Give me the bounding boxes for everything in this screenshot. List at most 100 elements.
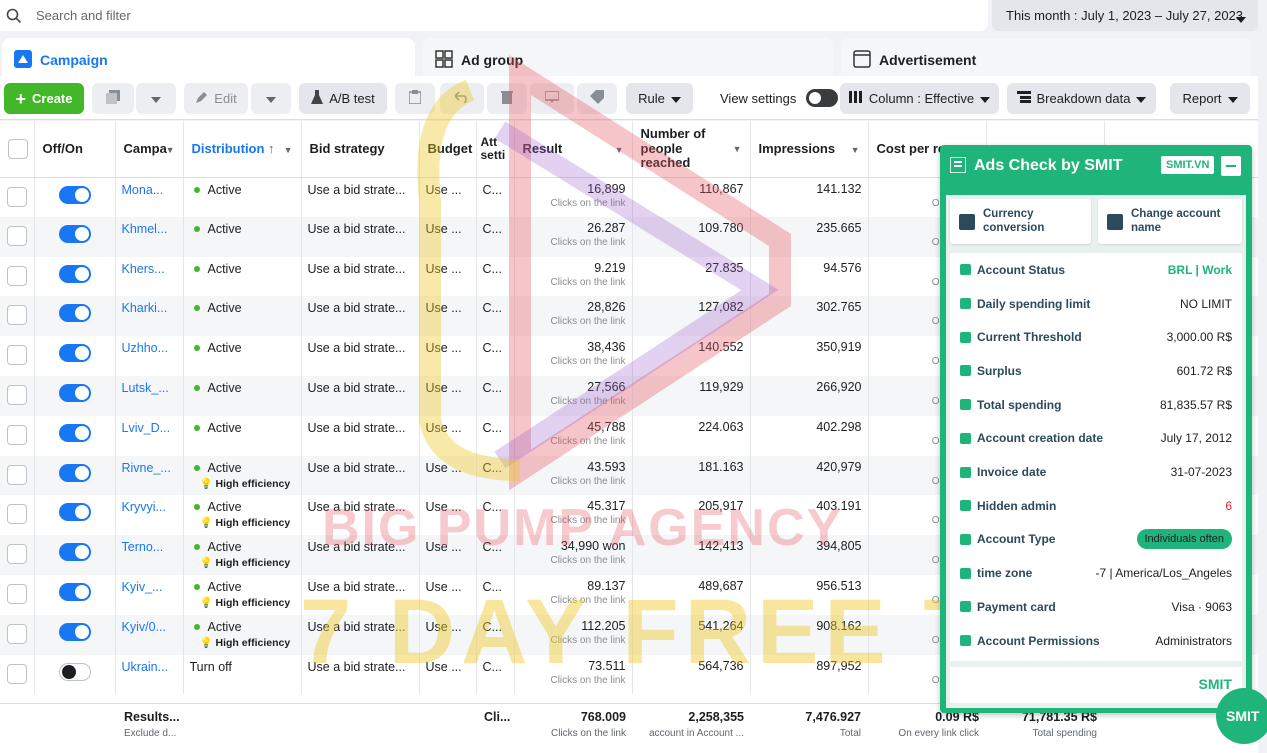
date-range-picker[interactable]: This month : July 1, 2023 – July 27, 202… bbox=[992, 0, 1258, 31]
campaign-toggle[interactable] bbox=[58, 463, 91, 482]
campaign-name-link[interactable]: Rivne_... bbox=[122, 456, 177, 475]
edit-button[interactable]: Edit bbox=[184, 83, 248, 114]
campaign-toggle[interactable] bbox=[58, 582, 91, 601]
row-toggle-cell[interactable] bbox=[34, 296, 116, 337]
row-toggle-cell[interactable] bbox=[34, 535, 116, 575]
change-account-name-button[interactable]: Change account name bbox=[1098, 199, 1242, 244]
col-result[interactable]: Result ▼ bbox=[514, 121, 633, 178]
ab-test-button[interactable]: A/B test bbox=[299, 83, 387, 114]
campaign-name-cell[interactable]: Kharki... bbox=[115, 296, 184, 337]
row-toggle-cell[interactable] bbox=[34, 415, 116, 456]
smit-floating-button[interactable]: SMIT bbox=[1216, 688, 1267, 744]
campaign-name-cell[interactable]: Khmel... bbox=[115, 216, 184, 257]
col-distribution[interactable]: Distribution ↑ ▼ bbox=[183, 121, 302, 178]
campaign-name-cell[interactable]: Mona... bbox=[115, 177, 184, 217]
breakdown-button[interactable]: Breakdown data bbox=[1007, 83, 1156, 114]
campaign-name-link[interactable]: Kharki... bbox=[122, 296, 177, 315]
row-toggle-cell[interactable] bbox=[34, 495, 116, 536]
report-button[interactable]: Report bbox=[1170, 83, 1250, 114]
campaign-toggle[interactable] bbox=[58, 383, 91, 402]
select-all-checkbox[interactable] bbox=[8, 138, 28, 159]
tag-button[interactable] bbox=[577, 83, 617, 114]
row-select-cell[interactable] bbox=[0, 415, 35, 456]
col-attribution[interactable]: Att setti bbox=[476, 121, 515, 178]
col-reach[interactable]: Number of people reached ▼ bbox=[632, 121, 751, 178]
campaign-name-link[interactable]: Lutsk_... bbox=[122, 376, 177, 395]
column-button[interactable]: Column : Effective bbox=[840, 83, 999, 114]
campaign-name-cell[interactable]: Rivne_... bbox=[115, 455, 184, 496]
campaign-toggle[interactable] bbox=[58, 503, 91, 522]
row-checkbox[interactable] bbox=[6, 384, 27, 405]
campaign-name-cell[interactable]: Lutsk_... bbox=[115, 375, 184, 416]
view-settings-toggle[interactable] bbox=[806, 89, 839, 107]
row-checkbox[interactable] bbox=[6, 225, 27, 246]
row-select-cell[interactable] bbox=[0, 216, 35, 257]
row-toggle-cell[interactable] bbox=[34, 614, 116, 655]
row-select-cell[interactable] bbox=[0, 535, 35, 575]
view-settings[interactable]: View settings bbox=[720, 89, 839, 107]
col-budget[interactable]: Budget bbox=[419, 121, 477, 178]
campaign-name-link[interactable]: Terno... bbox=[122, 535, 177, 554]
col-impressions[interactable]: Impressions ▼ bbox=[750, 121, 869, 178]
campaign-toggle[interactable] bbox=[58, 224, 91, 243]
campaign-toggle[interactable] bbox=[58, 622, 91, 641]
row-toggle-cell[interactable] bbox=[34, 574, 116, 615]
campaign-name-link[interactable]: Ukrain... bbox=[122, 655, 177, 674]
campaign-name-cell[interactable]: Khers... bbox=[115, 256, 184, 297]
rule-button[interactable]: Rule bbox=[626, 83, 693, 114]
minimize-button[interactable] bbox=[1221, 156, 1241, 176]
duplicate-button[interactable] bbox=[92, 83, 134, 114]
campaign-name-link[interactable]: Khmel... bbox=[122, 217, 177, 236]
row-checkbox[interactable] bbox=[6, 186, 27, 207]
row-select-cell[interactable] bbox=[0, 177, 35, 217]
undo-button[interactable] bbox=[440, 83, 484, 114]
row-checkbox[interactable] bbox=[6, 544, 27, 565]
row-select-cell[interactable] bbox=[0, 614, 35, 655]
row-select-cell[interactable] bbox=[0, 256, 35, 297]
col-bid-strategy[interactable]: Bid strategy bbox=[301, 121, 420, 178]
row-checkbox[interactable] bbox=[6, 345, 27, 366]
clipboard-button[interactable] bbox=[395, 83, 435, 114]
row-select-cell[interactable] bbox=[0, 455, 35, 496]
campaign-name-cell[interactable]: Uzhho... bbox=[115, 336, 184, 376]
campaign-toggle[interactable] bbox=[58, 423, 91, 442]
row-select-cell[interactable] bbox=[0, 654, 35, 695]
row-checkbox[interactable] bbox=[6, 305, 27, 326]
campaign-toggle[interactable] bbox=[58, 543, 91, 562]
row-toggle-cell[interactable] bbox=[34, 455, 116, 496]
campaign-toggle[interactable] bbox=[58, 344, 91, 363]
campaign-name-link[interactable]: Kryvyi... bbox=[122, 495, 177, 514]
campaign-toggle[interactable] bbox=[58, 304, 91, 323]
campaign-name-cell[interactable]: Kryvyi... bbox=[115, 495, 184, 536]
row-toggle-cell[interactable] bbox=[34, 654, 116, 695]
row-select-cell[interactable] bbox=[0, 375, 35, 416]
row-select-cell[interactable] bbox=[0, 495, 35, 536]
campaign-name-cell[interactable]: Terno... bbox=[115, 535, 184, 575]
campaign-name-link[interactable]: Kyiv/0... bbox=[122, 615, 177, 634]
campaign-name-cell[interactable]: Kyiv_... bbox=[115, 574, 184, 615]
row-toggle-cell[interactable] bbox=[34, 336, 116, 376]
delete-button[interactable] bbox=[487, 83, 527, 114]
campaign-toggle[interactable] bbox=[58, 185, 91, 204]
row-toggle-cell[interactable] bbox=[34, 177, 116, 217]
row-select-cell[interactable] bbox=[0, 296, 35, 337]
row-checkbox[interactable] bbox=[6, 504, 27, 525]
row-toggle-cell[interactable] bbox=[34, 216, 116, 257]
row-checkbox[interactable] bbox=[6, 663, 27, 684]
campaign-name-cell[interactable]: Ukrain... bbox=[115, 654, 184, 695]
edit-dropdown[interactable] bbox=[251, 83, 291, 114]
create-button[interactable]: + Create bbox=[4, 83, 84, 114]
col-campaign[interactable]: Campa ▼ bbox=[115, 121, 184, 178]
row-toggle-cell[interactable] bbox=[34, 256, 116, 297]
row-checkbox[interactable] bbox=[6, 265, 27, 286]
row-select-cell[interactable] bbox=[0, 574, 35, 615]
campaign-name-link[interactable]: Kyiv_... bbox=[122, 575, 177, 594]
smit-vn-link[interactable]: SMIT.VN bbox=[1161, 156, 1215, 174]
campaign-name-cell[interactable]: Lviv_D... bbox=[115, 415, 184, 456]
currency-conversion-button[interactable]: Currency conversion bbox=[950, 199, 1091, 244]
preview-button[interactable] bbox=[530, 83, 574, 114]
search-input[interactable] bbox=[36, 8, 936, 23]
campaign-name-cell[interactable]: Kyiv/0... bbox=[115, 614, 184, 655]
row-checkbox[interactable] bbox=[6, 623, 27, 644]
campaign-name-link[interactable]: Uzhho... bbox=[122, 336, 177, 355]
